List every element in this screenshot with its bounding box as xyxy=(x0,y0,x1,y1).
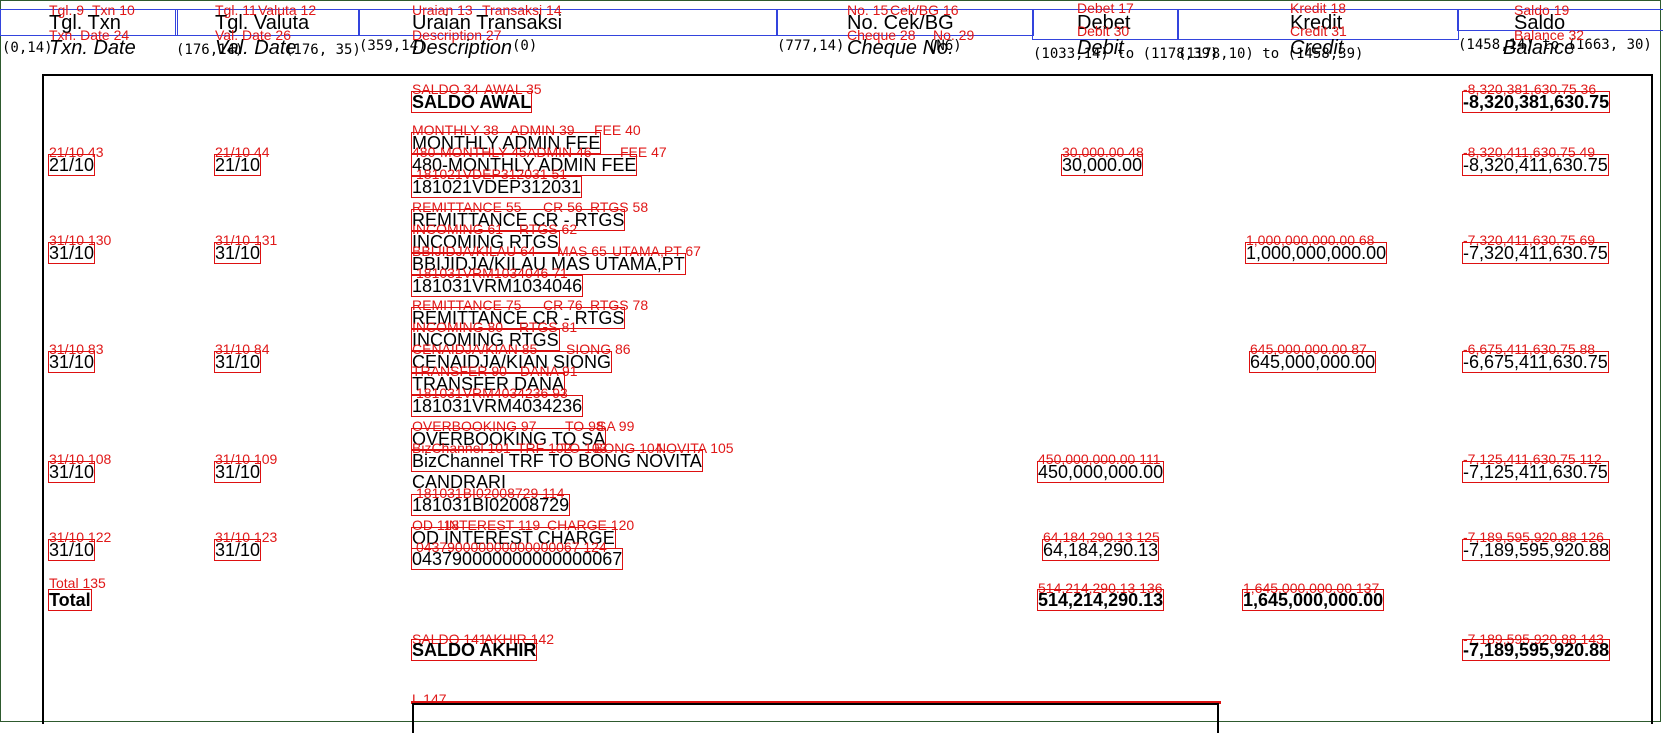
row-5-balance: -7,189,595,920.88 xyxy=(1461,539,1611,561)
row-1-val-date: 21/10 xyxy=(213,154,262,176)
opening-balance-label: SALDO AWAL xyxy=(410,91,533,113)
bottom-box xyxy=(412,703,1219,733)
tag: FEE 40 xyxy=(594,122,641,138)
tag: No. 15 xyxy=(847,2,889,18)
closing-balance-value: -7,189,595,920.88 xyxy=(1461,639,1611,661)
total-debit: 514,214,290.13 xyxy=(1036,589,1165,611)
tag: Valuta 12 xyxy=(258,2,317,18)
row-3-val-date: 31/10 xyxy=(213,351,262,373)
row-3-txn-date: 31/10 xyxy=(47,351,96,373)
row-4-txn-date: 31/10 xyxy=(47,461,96,483)
tag: Tgl. 9 xyxy=(49,2,85,18)
row-1-desc-line-3: 181021VDEP312031 xyxy=(410,176,583,198)
row-5-debit: 64,184,290.13 xyxy=(1041,539,1160,561)
row-4-desc-line-2: BizChannel TRF TO BONG NOVITA xyxy=(411,450,703,472)
tag: Transaksi 14 xyxy=(482,2,562,18)
tag: Tgl. 11 xyxy=(215,2,257,18)
tag: Val. Date 26 xyxy=(215,27,292,43)
tag: Cek/BG 16 xyxy=(890,2,959,18)
tag: Uraian 13 xyxy=(412,2,473,18)
row-4-val-date: 31/10 xyxy=(213,461,262,483)
row-5-txn-date: 31/10 xyxy=(47,539,96,561)
row-4-debit: 450,000,000.00 xyxy=(1036,461,1165,483)
coord-label: (0,14) xyxy=(2,40,53,56)
coord-label: (176, 35) xyxy=(285,42,361,58)
row-4-desc-line-4: 181031BI02008729 xyxy=(410,494,571,516)
tag: Description 27 xyxy=(412,27,502,43)
row-5-desc-line-2: 043790000000000000067 xyxy=(410,548,624,570)
tag: Debet 17 xyxy=(1077,0,1134,16)
tag: Debit 30 xyxy=(1077,23,1130,39)
coord-label: (176,14) xyxy=(176,42,244,58)
row-1-txn-date: 21/10 xyxy=(47,154,96,176)
row-3-balance: -6,675,411,630.75 xyxy=(1462,351,1609,373)
table-right-rule xyxy=(1651,76,1653,724)
row-1-debit: 30,000.00 xyxy=(1060,154,1144,176)
row-2-balance: -7,320,411,630.75 xyxy=(1462,242,1609,264)
closing-balance-label: SALDO AKHIR xyxy=(410,639,538,661)
row-2-desc-line-4: 181031VRM1034046 xyxy=(410,275,584,297)
coord-label: (0) xyxy=(512,38,538,54)
tag: Balance 32 xyxy=(1514,27,1585,43)
row-2-txn-date: 31/10 xyxy=(47,242,96,264)
total-credit: 1,645,000,000.00 xyxy=(1241,589,1385,611)
row-5-val-date: 31/10 xyxy=(213,539,262,561)
coord-label: (777,14) xyxy=(777,38,845,54)
tag: Total 135 xyxy=(49,575,106,591)
tag: Cheque 28 xyxy=(847,27,916,43)
table-left-rule xyxy=(42,76,44,724)
row-2-credit: 1,000,000,000.00 xyxy=(1244,242,1388,264)
tag: Txn 10 xyxy=(92,2,135,18)
row-1-balance: -8,320,411,630.75 xyxy=(1462,154,1609,176)
row-3-desc-line-5: 181031VRM4034236 xyxy=(410,395,584,417)
tag: No. 29 xyxy=(933,27,975,43)
opening-balance-value: -8,320,381,630.75 xyxy=(1461,91,1611,113)
tag: Saldo 19 xyxy=(1514,2,1570,18)
table-top-rule xyxy=(42,74,1653,76)
row-3-credit: 645,000,000.00 xyxy=(1248,351,1377,373)
tag: Credit 31 xyxy=(1290,23,1347,39)
tag: Kredit 18 xyxy=(1290,0,1347,16)
total-label: Total xyxy=(48,589,92,611)
row-2-val-date: 31/10 xyxy=(213,242,262,264)
tag: Txn. Date 24 xyxy=(49,27,130,43)
row-4-balance: -7,125,411,630.75 xyxy=(1462,461,1609,483)
coord-label: (1178,10) to (1458,39) xyxy=(1178,46,1364,62)
